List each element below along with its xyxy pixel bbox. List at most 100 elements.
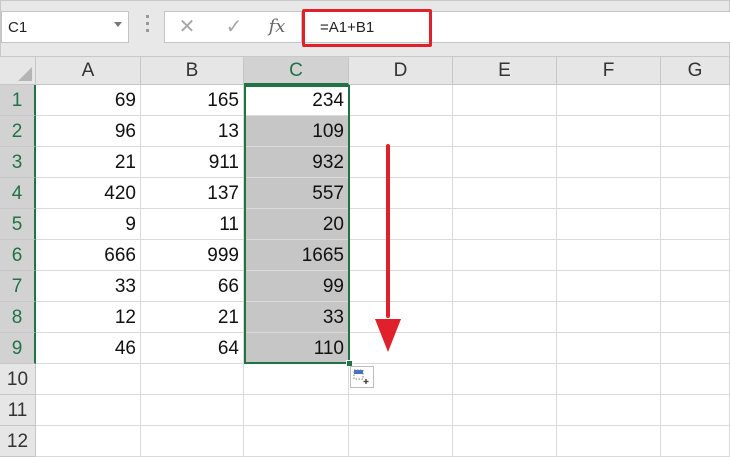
cell-g6[interactable]: [661, 240, 730, 271]
cell-g2[interactable]: [661, 116, 730, 147]
cell-b8[interactable]: 21: [141, 302, 244, 333]
cell-e5[interactable]: [453, 209, 557, 240]
cell-g12[interactable]: [661, 426, 730, 457]
cell-a6[interactable]: 666: [36, 240, 141, 271]
cell-b2[interactable]: 13: [141, 116, 244, 147]
cell-c9[interactable]: 110: [244, 333, 349, 364]
cell-a10[interactable]: [36, 364, 141, 395]
column-header-g[interactable]: G: [661, 57, 730, 85]
cell-f1[interactable]: [557, 85, 661, 116]
cell-g5[interactable]: [661, 209, 730, 240]
cell-d12[interactable]: [349, 426, 453, 457]
cell-g9[interactable]: [661, 333, 730, 364]
enter-check-icon[interactable]: ✓: [220, 15, 248, 39]
cell-c10[interactable]: [244, 364, 349, 395]
column-header-f[interactable]: F: [557, 57, 661, 85]
column-header-e[interactable]: E: [453, 57, 557, 85]
row-header-11[interactable]: 11: [0, 395, 36, 426]
cell-e3[interactable]: [453, 147, 557, 178]
cell-b5[interactable]: 11: [141, 209, 244, 240]
cell-g4[interactable]: [661, 178, 730, 209]
cell-e4[interactable]: [453, 178, 557, 209]
insert-function-icon[interactable]: fx: [263, 15, 291, 39]
formula-input[interactable]: =A1+B1: [301, 11, 730, 43]
cell-c5[interactable]: 20: [244, 209, 349, 240]
row-header-3[interactable]: 3: [0, 147, 36, 178]
cell-f10[interactable]: [557, 364, 661, 395]
row-header-2[interactable]: 2: [0, 116, 36, 147]
cell-d2[interactable]: [349, 116, 453, 147]
name-box-value[interactable]: C1: [8, 19, 27, 36]
row-header-9[interactable]: 9: [0, 333, 36, 364]
select-all-corner[interactable]: [0, 57, 36, 85]
cell-f4[interactable]: [557, 178, 661, 209]
column-header-c[interactable]: C: [244, 57, 349, 85]
column-header-a[interactable]: A: [36, 57, 141, 85]
row-header-4[interactable]: 4: [0, 178, 36, 209]
cell-c4[interactable]: 557: [244, 178, 349, 209]
cell-c2[interactable]: 109: [244, 116, 349, 147]
cell-d1[interactable]: [349, 85, 453, 116]
cell-c1[interactable]: 234: [244, 85, 349, 116]
cell-f11[interactable]: [557, 395, 661, 426]
cell-c12[interactable]: [244, 426, 349, 457]
cell-a7[interactable]: 33: [36, 271, 141, 302]
formula-text[interactable]: =A1+B1: [320, 19, 374, 36]
cell-a12[interactable]: [36, 426, 141, 457]
cell-a11[interactable]: [36, 395, 141, 426]
cell-a1[interactable]: 69: [36, 85, 141, 116]
cell-c11[interactable]: [244, 395, 349, 426]
cell-f12[interactable]: [557, 426, 661, 457]
cell-g3[interactable]: [661, 147, 730, 178]
cell-g1[interactable]: [661, 85, 730, 116]
cell-c7[interactable]: 99: [244, 271, 349, 302]
row-header-5[interactable]: 5: [0, 209, 36, 240]
cell-b10[interactable]: [141, 364, 244, 395]
cell-a5[interactable]: 9: [36, 209, 141, 240]
cell-c6[interactable]: 1665: [244, 240, 349, 271]
name-box[interactable]: C1: [1, 11, 129, 43]
row-header-1[interactable]: 1: [0, 85, 36, 116]
cell-b9[interactable]: 64: [141, 333, 244, 364]
cell-a9[interactable]: 46: [36, 333, 141, 364]
cell-b1[interactable]: 165: [141, 85, 244, 116]
cell-a4[interactable]: 420: [36, 178, 141, 209]
cell-b6[interactable]: 999: [141, 240, 244, 271]
cell-f3[interactable]: [557, 147, 661, 178]
cell-e1[interactable]: [453, 85, 557, 116]
column-header-d[interactable]: D: [349, 57, 453, 85]
cell-e7[interactable]: [453, 271, 557, 302]
cancel-x-icon[interactable]: ✕: [173, 15, 201, 39]
row-header-12[interactable]: 12: [0, 426, 36, 457]
autofill-options-icon[interactable]: [353, 369, 371, 385]
cell-e9[interactable]: [453, 333, 557, 364]
cell-e11[interactable]: [453, 395, 557, 426]
cell-g8[interactable]: [661, 302, 730, 333]
cell-b7[interactable]: 66: [141, 271, 244, 302]
cell-e6[interactable]: [453, 240, 557, 271]
cell-f8[interactable]: [557, 302, 661, 333]
cell-f6[interactable]: [557, 240, 661, 271]
row-header-6[interactable]: 6: [0, 240, 36, 271]
cell-c8[interactable]: 33: [244, 302, 349, 333]
chevron-down-icon[interactable]: [114, 22, 122, 27]
cell-e10[interactable]: [453, 364, 557, 395]
row-header-10[interactable]: 10: [0, 364, 36, 395]
cell-f7[interactable]: [557, 271, 661, 302]
cell-d11[interactable]: [349, 395, 453, 426]
cell-b4[interactable]: 137: [141, 178, 244, 209]
cell-b11[interactable]: [141, 395, 244, 426]
row-header-7[interactable]: 7: [0, 271, 36, 302]
cell-g7[interactable]: [661, 271, 730, 302]
cell-b12[interactable]: [141, 426, 244, 457]
select-all-triangle-icon[interactable]: [18, 67, 32, 81]
cell-e2[interactable]: [453, 116, 557, 147]
cell-g10[interactable]: [661, 364, 730, 395]
cell-a8[interactable]: 12: [36, 302, 141, 333]
cell-e8[interactable]: [453, 302, 557, 333]
column-header-b[interactable]: B: [141, 57, 244, 85]
cell-a2[interactable]: 96: [36, 116, 141, 147]
grip-dots-icon[interactable]: [146, 15, 150, 39]
autofill-options-button[interactable]: [350, 366, 374, 388]
cell-b3[interactable]: 911: [141, 147, 244, 178]
